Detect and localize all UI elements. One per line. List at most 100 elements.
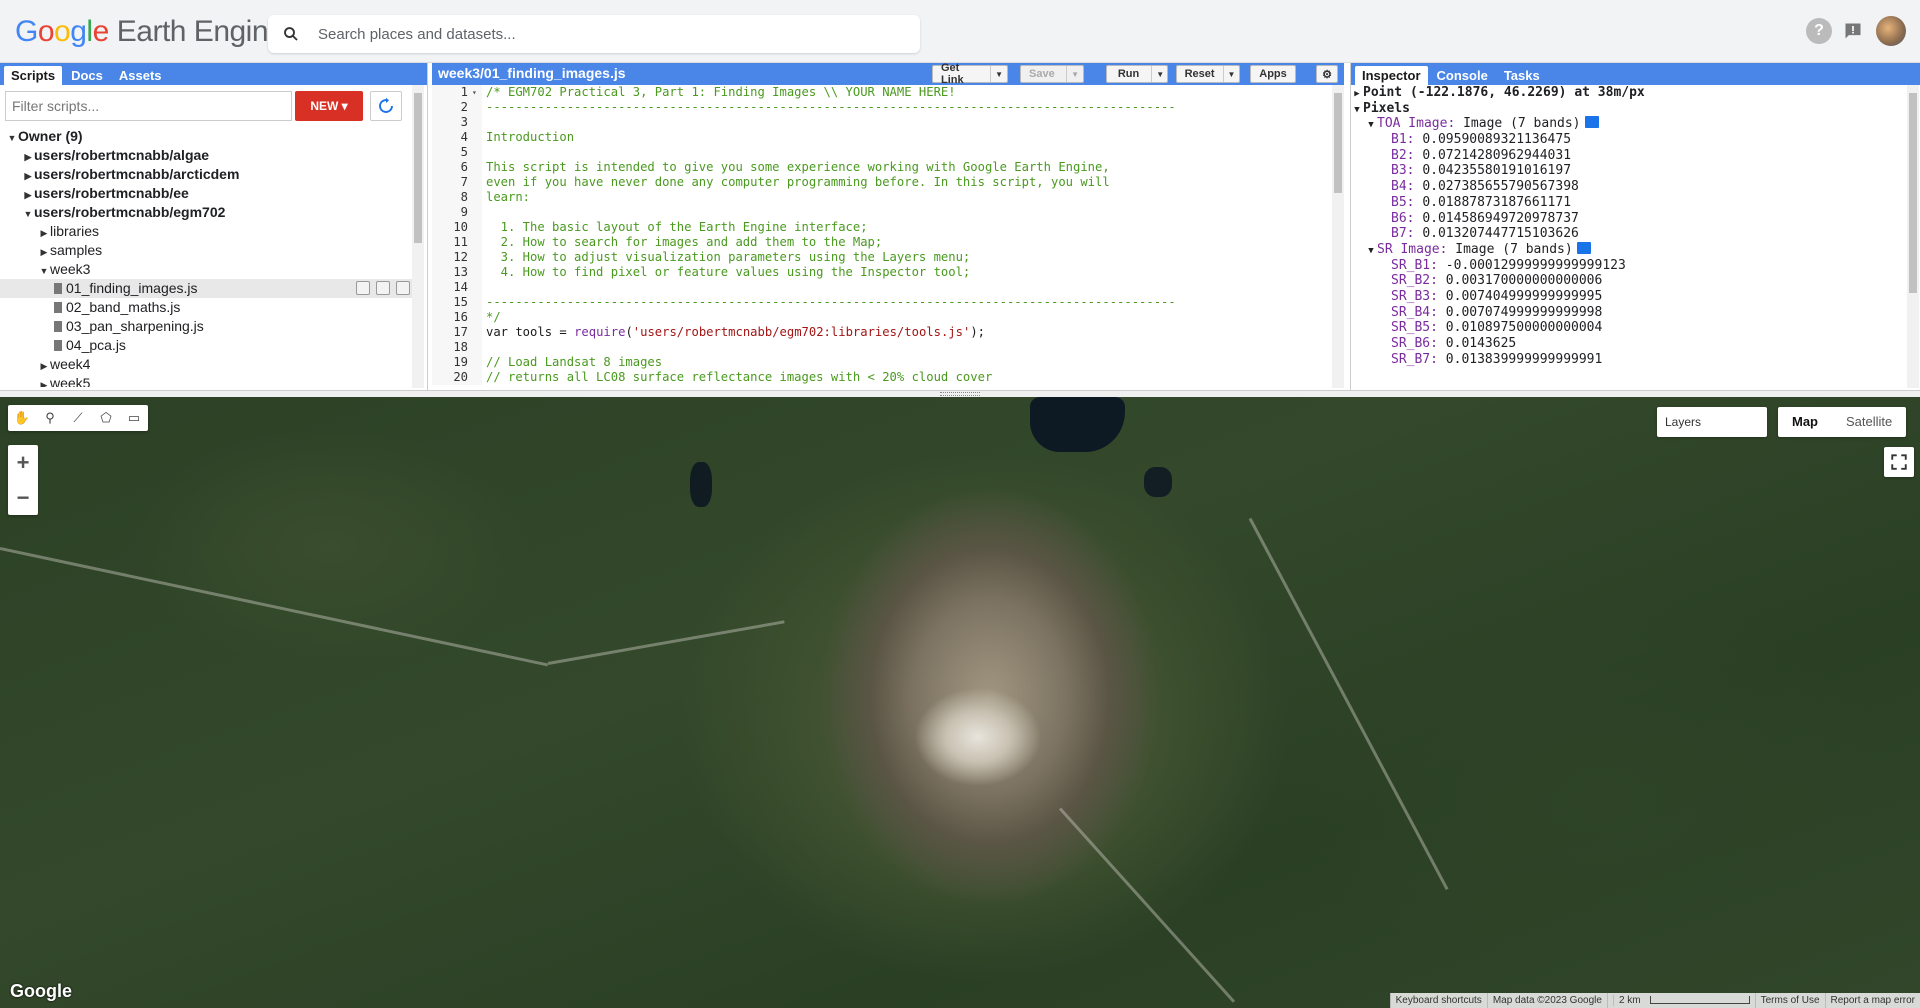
map-canvas[interactable]: ✋ ⚲ ⟋ ⬠ ▭ + − Layers Map Satellite Googl… [0, 397, 1920, 1008]
caret-down-icon[interactable]: ▼ [1222, 66, 1240, 82]
reset-button[interactable]: Reset ▼ [1176, 65, 1240, 83]
fullscreen-button[interactable] [1884, 447, 1914, 477]
apps-button[interactable]: Apps [1250, 65, 1296, 83]
tab-docs[interactable]: Docs [64, 66, 110, 85]
code-line[interactable]: 11 2. How to search for images and add t… [432, 235, 1332, 250]
code-line[interactable]: 10 1. The basic layout of the Earth Engi… [432, 220, 1332, 235]
scrollbar[interactable] [1332, 85, 1344, 388]
tree-item-label: 04_pca.js [66, 337, 126, 353]
code-line[interactable]: 19 // Load Landsat 8 images [432, 355, 1332, 370]
scrollbar[interactable] [412, 85, 424, 388]
script-file-item[interactable]: 03_pan_sharpening.js [0, 317, 412, 336]
keyboard-shortcuts-link[interactable]: Keyboard shortcuts [1389, 993, 1487, 1008]
code-line[interactable]: 4 Introduction [432, 130, 1332, 145]
help-icon[interactable]: ? [1806, 18, 1832, 44]
layers-dropdown[interactable]: Layers [1657, 407, 1767, 437]
script-folder-item[interactable]: ▶ users/robertmcnabb/arcticdem [0, 165, 412, 184]
pixels-row[interactable]: ▼ Pixels [1351, 101, 1907, 117]
history-icon[interactable] [356, 281, 370, 295]
save-button[interactable]: Save ▼ [1020, 65, 1084, 83]
caret-down-icon[interactable]: ▼ [990, 66, 1007, 82]
settings-button[interactable]: ⚙ [1316, 65, 1338, 83]
line-icon[interactable]: ⟋ [64, 405, 92, 431]
script-folder-item[interactable]: ▶ samples [0, 241, 412, 260]
band-value: -0.00012999999999999123 [1445, 257, 1626, 273]
script-folder-item[interactable]: ▶ users/robertmcnabb/algae [0, 146, 412, 165]
line-number: 19 [432, 355, 472, 370]
report-error-link[interactable]: Report a map error [1824, 993, 1920, 1008]
script-file-item[interactable]: 04_pca.js [0, 336, 412, 355]
image-desc: Image (7 bands) [1455, 241, 1573, 257]
code-line[interactable]: 2 ---------------------------------------… [432, 100, 1332, 115]
pixel-groups: ▼ TOA Image: Image (7 bands) B1: 0.0959008… [1351, 116, 1907, 367]
code-line[interactable]: 14 [432, 280, 1332, 295]
code-line[interactable]: 13 4. How to find pixel or feature value… [432, 265, 1332, 280]
zoom-in-button[interactable]: + [8, 445, 38, 480]
avatar[interactable] [1876, 16, 1906, 46]
tab-scripts[interactable]: Scripts [4, 66, 63, 85]
script-folder-item[interactable]: ▼ users/robertmcnabb/egm702 [0, 203, 412, 222]
edit-icon[interactable] [376, 281, 390, 295]
scale-bar[interactable]: 2 km [1606, 993, 1755, 1008]
triangle-down-icon: ▼ [1354, 104, 1360, 115]
zoom-out-button[interactable]: − [8, 480, 38, 515]
code-area[interactable]: 1 ▾ /* EGM702 Practical 3, Part 1: Finding… [432, 85, 1332, 388]
refresh-button[interactable] [370, 91, 402, 121]
tab-console[interactable]: Console [1430, 66, 1495, 85]
script-file-item[interactable]: 01_finding_images.js [0, 279, 412, 298]
code-line[interactable]: 12 3. How to adjust visualization parame… [432, 250, 1332, 265]
code-line[interactable]: 18 [432, 340, 1332, 355]
search-input[interactable] [318, 15, 898, 53]
get-link-button[interactable]: Get Link ▼ [932, 62, 1008, 86]
code-line[interactable]: 16 */ [432, 310, 1332, 325]
script-folder-item[interactable]: ▼ Owner (9) [0, 127, 412, 146]
image-group-header[interactable]: ▼ SR Image: Image (7 bands) [1351, 241, 1907, 258]
code-line[interactable]: 8 learn: [432, 190, 1332, 205]
terms-link[interactable]: Terms of Use [1754, 993, 1825, 1008]
point-row[interactable]: ▶ Point (-122.1876, 46.2269) at 38m/px [1351, 85, 1907, 101]
filter-scripts-input[interactable] [5, 91, 292, 121]
tab-inspector[interactable]: Inspector [1355, 66, 1428, 85]
script-folder-item[interactable]: ▶ week5 [0, 374, 412, 387]
panel-resize-handle[interactable] [0, 390, 1920, 397]
marker-icon[interactable]: ⚲ [36, 405, 64, 431]
tree-item-label: 03_pan_sharpening.js [66, 318, 204, 334]
search-box[interactable] [268, 15, 920, 53]
code-line[interactable]: 5 [432, 145, 1332, 160]
polygon-icon[interactable]: ⬠ [92, 405, 120, 431]
script-folder-item[interactable]: ▼ week3 [0, 260, 412, 279]
tab-assets[interactable]: Assets [112, 66, 169, 85]
map-type-satellite-button[interactable]: Satellite [1832, 407, 1906, 437]
new-button[interactable]: NEW ▾ [295, 91, 363, 121]
script-file-item[interactable]: 02_band_maths.js [0, 298, 412, 317]
code-line[interactable]: 1 ▾ /* EGM702 Practical 3, Part 1: Finding… [432, 85, 1332, 100]
delete-icon[interactable] [396, 281, 410, 295]
code-line[interactable]: 17 var tools = require('users/robertmcnab… [432, 325, 1332, 340]
chart-icon[interactable] [1584, 116, 1599, 129]
caret-down-icon[interactable]: ▼ [1151, 66, 1168, 82]
code-line[interactable]: 9 [432, 205, 1332, 220]
scrollbar[interactable] [1907, 85, 1919, 388]
code-line[interactable]: 20 // returns all LC08 surface reflectanc… [432, 370, 1332, 385]
image-group-header[interactable]: ▼ TOA Image: Image (7 bands) [1351, 116, 1907, 132]
run-button[interactable]: Run ▼ [1106, 65, 1168, 83]
triangle-right-icon[interactable]: ▶ [38, 376, 50, 387]
fold-icon[interactable]: ▾ [472, 85, 482, 100]
hand-icon[interactable]: ✋ [8, 405, 36, 431]
code-line[interactable]: 3 [432, 115, 1332, 130]
code-line[interactable]: 7 even if you have never done any compute… [432, 175, 1332, 190]
top-bar: GoogleEarth Engine ? [0, 0, 1920, 63]
rectangle-icon[interactable]: ▭ [120, 405, 148, 431]
map-type-map-button[interactable]: Map [1778, 407, 1832, 437]
feedback-icon[interactable] [1840, 18, 1866, 44]
script-folder-item[interactable]: ▶ users/robertmcnabb/ee [0, 184, 412, 203]
earth-engine-logo[interactable]: Google Earth Engine [15, 14, 285, 50]
chart-icon[interactable] [1576, 241, 1591, 254]
script-folder-item[interactable]: ▶ week4 [0, 355, 412, 374]
script-folder-item[interactable]: ▶ libraries [0, 222, 412, 241]
gutter [472, 100, 482, 115]
code-line[interactable]: 6 This script is intended to give you som… [432, 160, 1332, 175]
code-line[interactable]: 15 --------------------------------------… [432, 295, 1332, 310]
caret-down-icon[interactable]: ▼ [1066, 66, 1083, 82]
tab-tasks[interactable]: Tasks [1497, 66, 1547, 85]
